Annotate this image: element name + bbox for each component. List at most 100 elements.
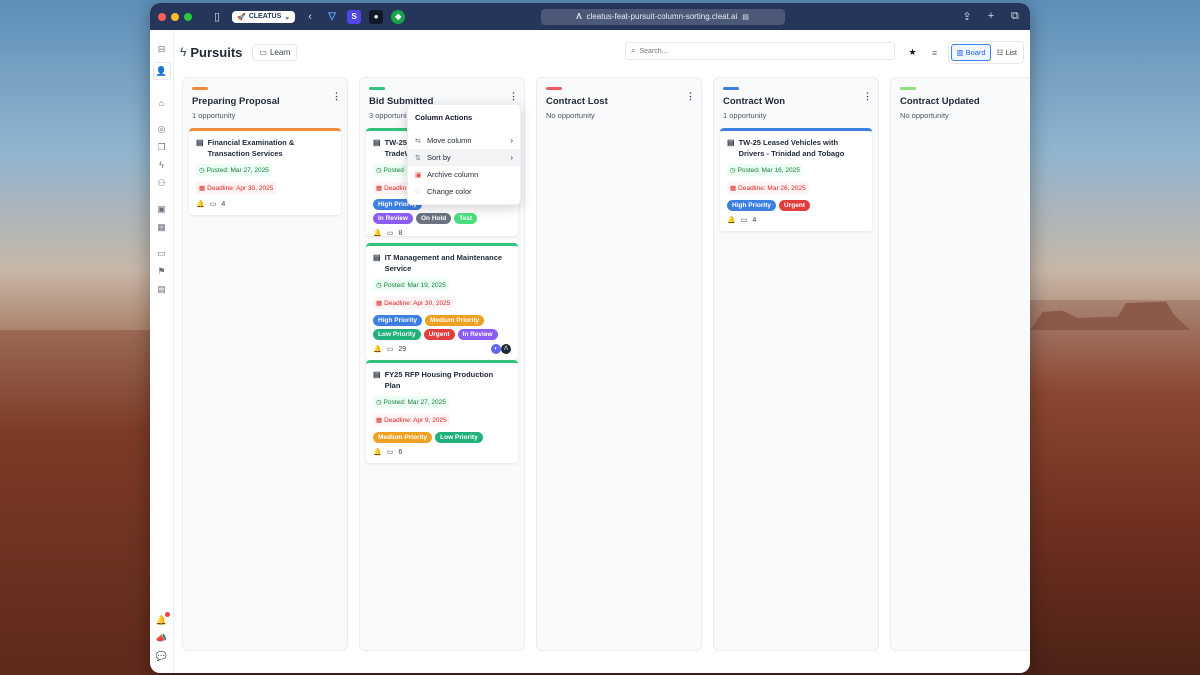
desktop-wallpaper-right	[1025, 300, 1200, 675]
tag-low-priority: Low Priority	[435, 432, 483, 443]
board-label: Board	[965, 48, 986, 57]
share-icon[interactable]: ⇪	[960, 10, 974, 23]
expand-sidebar-icon[interactable]: ⊟	[153, 40, 171, 58]
tabs-overview-icon[interactable]: ⧉	[1008, 10, 1022, 23]
calendar-icon: ▦	[199, 185, 206, 192]
posted-date: Posted	[383, 166, 404, 174]
column-menu-icon[interactable]: ⋮	[332, 91, 341, 102]
column-contract-updated: Contract Updated No opportunity	[890, 77, 1030, 651]
user-icon[interactable]: 👤	[152, 62, 171, 80]
home-icon[interactable]: ⌂	[153, 94, 171, 112]
comment-icon: ▭	[386, 230, 394, 237]
search-box[interactable]: ⌕	[625, 42, 895, 60]
comment-count: 6	[398, 448, 403, 456]
zoom-window-button[interactable]	[184, 12, 192, 21]
briefcase-icon[interactable]: ▣	[153, 200, 171, 218]
learn-button[interactable]: ▭ Learn	[252, 43, 298, 61]
page-header: ϟ Pursuits ▭ Learn ⌕ ★ ≡ ▥Board ☷List	[174, 30, 1030, 74]
shield-extension-icon[interactable]: ▽	[325, 10, 339, 24]
building-icon[interactable]: ▦	[153, 218, 171, 236]
pursuit-card[interactable]: ▤ IT Management and Maintenance Service ◷…	[366, 243, 518, 360]
page-title: Pursuits	[190, 44, 243, 60]
bell-icon[interactable]: 🔔	[727, 216, 736, 224]
clock-icon: ◷	[199, 167, 205, 174]
column-count: No opportunity	[900, 111, 949, 120]
column-count: No opportunity	[546, 111, 595, 120]
reader-icon[interactable]: ▤	[742, 13, 749, 21]
clock-icon: ◷	[376, 399, 382, 406]
bolt-icon[interactable]: ϟ	[153, 156, 171, 174]
pursuit-card[interactable]: ▤ Financial Examination & Transaction Ser…	[189, 128, 341, 215]
bell-icon[interactable]: 🔔	[196, 200, 205, 208]
comment-icon: ▭	[740, 217, 748, 224]
column-title: Contract Updated	[900, 96, 980, 107]
column-menu-icon[interactable]: ⋮	[686, 91, 695, 102]
pursuit-card[interactable]: ▤ TW-25 Leased Vehicles with Drivers - Tr…	[720, 128, 872, 231]
posted-badge: ◷ Posted: Mar 16, 2025	[727, 164, 803, 176]
target-icon[interactable]: ◎	[153, 120, 171, 138]
column-preparing-proposal: Preparing Proposal 1 opportunity ⋮ ▤ Fina…	[182, 77, 348, 651]
assignee-avatar[interactable]: ◐	[491, 344, 501, 354]
comment-icon: ▭	[386, 346, 394, 353]
pursuit-card[interactable]: ▤ FY25 RFP Housing Production Plan ◷ Poste…	[366, 360, 518, 463]
bell-icon[interactable]: 🔔	[373, 345, 382, 353]
column-color-bar	[192, 87, 208, 90]
tag-high-priority: High Priority	[373, 315, 423, 326]
browser-window: ▯ 🚀 CLEATUS ⌄ ‹ ▽ S ● ◆ Λ cleatus-feat-p…	[150, 3, 1030, 673]
kanban-board: Preparing Proposal 1 opportunity ⋮ ▤ Fina…	[182, 77, 1030, 651]
notifications-bell-icon[interactable]: 🔔	[153, 611, 171, 629]
column-menu-icon[interactable]: ⋮	[509, 91, 518, 102]
github-icon[interactable]: ●	[369, 9, 384, 24]
announcements-icon[interactable]: 📣	[153, 629, 171, 647]
menu-item-change-color[interactable]: ◌ Change color	[408, 183, 520, 200]
column-color-bar	[546, 87, 562, 90]
menu-item-sort-by[interactable]: ⇅ Sort by ›	[408, 149, 520, 166]
column-color-bar	[723, 87, 739, 90]
column-menu-icon[interactable]: ⋮	[863, 91, 872, 102]
desktop-wallpaper-left	[0, 330, 160, 675]
deadline-badge: ▦ Deadline: Apr 30, 2025	[373, 297, 454, 309]
new-tab-icon[interactable]: +	[984, 10, 998, 23]
green-extension-icon[interactable]: ◆	[391, 9, 406, 24]
tag-test: Test	[454, 213, 478, 224]
bell-icon[interactable]: 🔔	[373, 448, 382, 456]
tab-group-chip[interactable]: 🚀 CLEATUS ⌄	[232, 10, 296, 23]
chat-icon[interactable]: 💬	[153, 647, 171, 665]
tag-medium-priority: Medium Priority	[425, 315, 485, 326]
menu-item-archive-column[interactable]: ▣ Archive column	[408, 166, 520, 183]
star-icon[interactable]: ★	[904, 47, 920, 58]
bell-icon[interactable]: 🔔	[373, 229, 382, 237]
tag-medium-priority: Medium Priority	[373, 432, 433, 443]
menu-item-move-column[interactable]: ⇆ Move column ›	[408, 132, 520, 149]
close-window-button[interactable]	[158, 12, 166, 21]
board-view-button[interactable]: ▥ Board	[951, 44, 991, 61]
sidebar-toggle-icon[interactable]: ▯	[210, 10, 224, 23]
search-input[interactable]	[639, 47, 870, 55]
site-logo-icon: Λ	[576, 12, 582, 21]
comment-count: 4	[221, 200, 226, 208]
deadline-date: Deadline: Mar 26, 2025	[738, 184, 806, 192]
back-arrow-icon[interactable]: ‹	[303, 11, 317, 23]
minimize-window-button[interactable]	[171, 12, 179, 21]
list-view-button[interactable]: ☷ List	[993, 44, 1021, 61]
team-icon[interactable]: ⚇	[153, 174, 171, 192]
book-icon[interactable]: ▭	[153, 244, 171, 262]
address-bar[interactable]: Λ cleatus-feat-pursuit-column-sorting.cl…	[540, 8, 785, 25]
list-icon: ☷	[996, 48, 1004, 57]
menu-item-label: Move column	[427, 136, 472, 145]
documents-icon[interactable]: ❐	[153, 138, 171, 156]
posted-date: Posted: Mar 27, 2025	[206, 166, 269, 174]
list-label: List	[1005, 48, 1017, 57]
card-title: FY25 RFP Housing Production Plan	[384, 370, 494, 390]
column-contract-lost: Contract Lost No opportunity ⋮	[536, 77, 702, 651]
window-controls	[158, 12, 192, 21]
deadline-date: Deadline: Apr 9, 2025	[384, 416, 447, 424]
filter-icon[interactable]: ≡	[926, 48, 942, 58]
card-title: Financial Examination & Transaction Serv…	[207, 138, 295, 158]
archive-icon[interactable]: ▤	[153, 280, 171, 298]
assignee-avatar[interactable]: Λ	[501, 344, 511, 354]
bolt-icon: ϟ	[180, 45, 187, 59]
s-extension-icon[interactable]: S	[347, 9, 362, 24]
deadline-date: Deadlin	[384, 184, 407, 192]
flag-icon[interactable]: ⚑	[153, 262, 171, 280]
